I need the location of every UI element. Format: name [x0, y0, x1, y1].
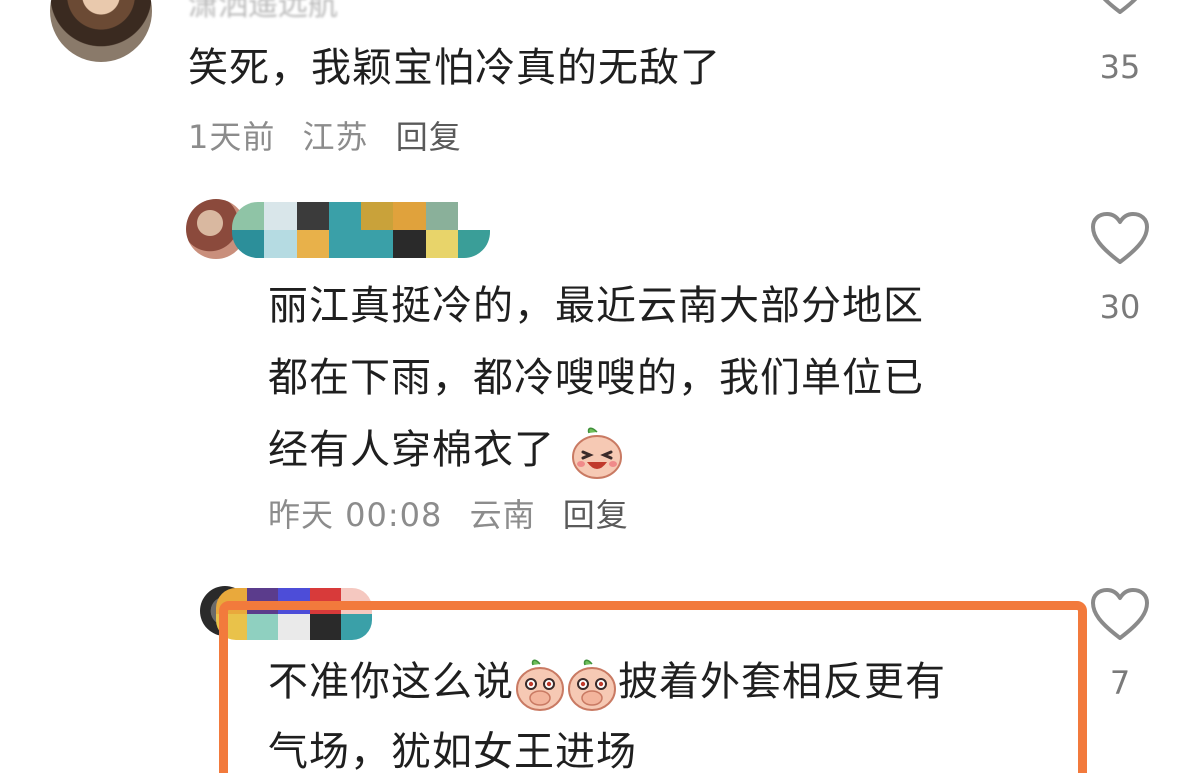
- comment-thread: 潇​洒遥远航 笑死，我颖宝怕冷真的无敌了 1天前 江苏 回复 35 丽江真挺冷的…: [0, 0, 1199, 773]
- comment-text-line: 丽江真挺冷的，最近云南大部分地区: [268, 283, 924, 329]
- reply-button[interactable]: 回复: [396, 118, 462, 156]
- comment-location: 江苏: [302, 118, 369, 156]
- comment-time: 1天前: [188, 118, 276, 156]
- comment-meta: 昨天 00:08 云南 回复: [268, 490, 645, 536]
- avatar[interactable]: [50, 0, 152, 62]
- like-button[interactable]: 7: [1085, 588, 1155, 702]
- like-button[interactable]: 30: [1085, 212, 1155, 326]
- comment-text-fragment: 经有人穿棉衣了: [268, 427, 555, 473]
- comment-meta: 1天前 江苏 回复: [188, 112, 478, 158]
- like-count: 35: [1099, 48, 1141, 86]
- reply-button[interactable]: 回复: [563, 496, 629, 534]
- like-count: 30: [1099, 288, 1141, 326]
- comment-location: 云南: [469, 496, 536, 534]
- pixelated-username[interactable]: [232, 202, 490, 258]
- comment-text-line: 都在下雨，都冷嗖嗖的，我们单位已: [268, 355, 924, 401]
- laughing-face-emoji: [571, 427, 622, 479]
- like-button[interactable]: 35: [1085, 0, 1155, 86]
- comment-time: 昨天 00:08: [268, 496, 443, 534]
- comment-text: 笑死，我颖宝怕冷真的无敌了: [188, 45, 721, 91]
- comment-author[interactable]: 潇​洒遥远航: [188, 0, 338, 24]
- heart-icon: [1091, 588, 1149, 640]
- heart-icon: [1091, 212, 1149, 264]
- highlight-annotation-box: [219, 601, 1087, 773]
- comment-text-line: 经有人穿棉衣了: [268, 414, 625, 486]
- like-count: 7: [1109, 664, 1131, 702]
- heart-icon: [1102, 0, 1138, 14]
